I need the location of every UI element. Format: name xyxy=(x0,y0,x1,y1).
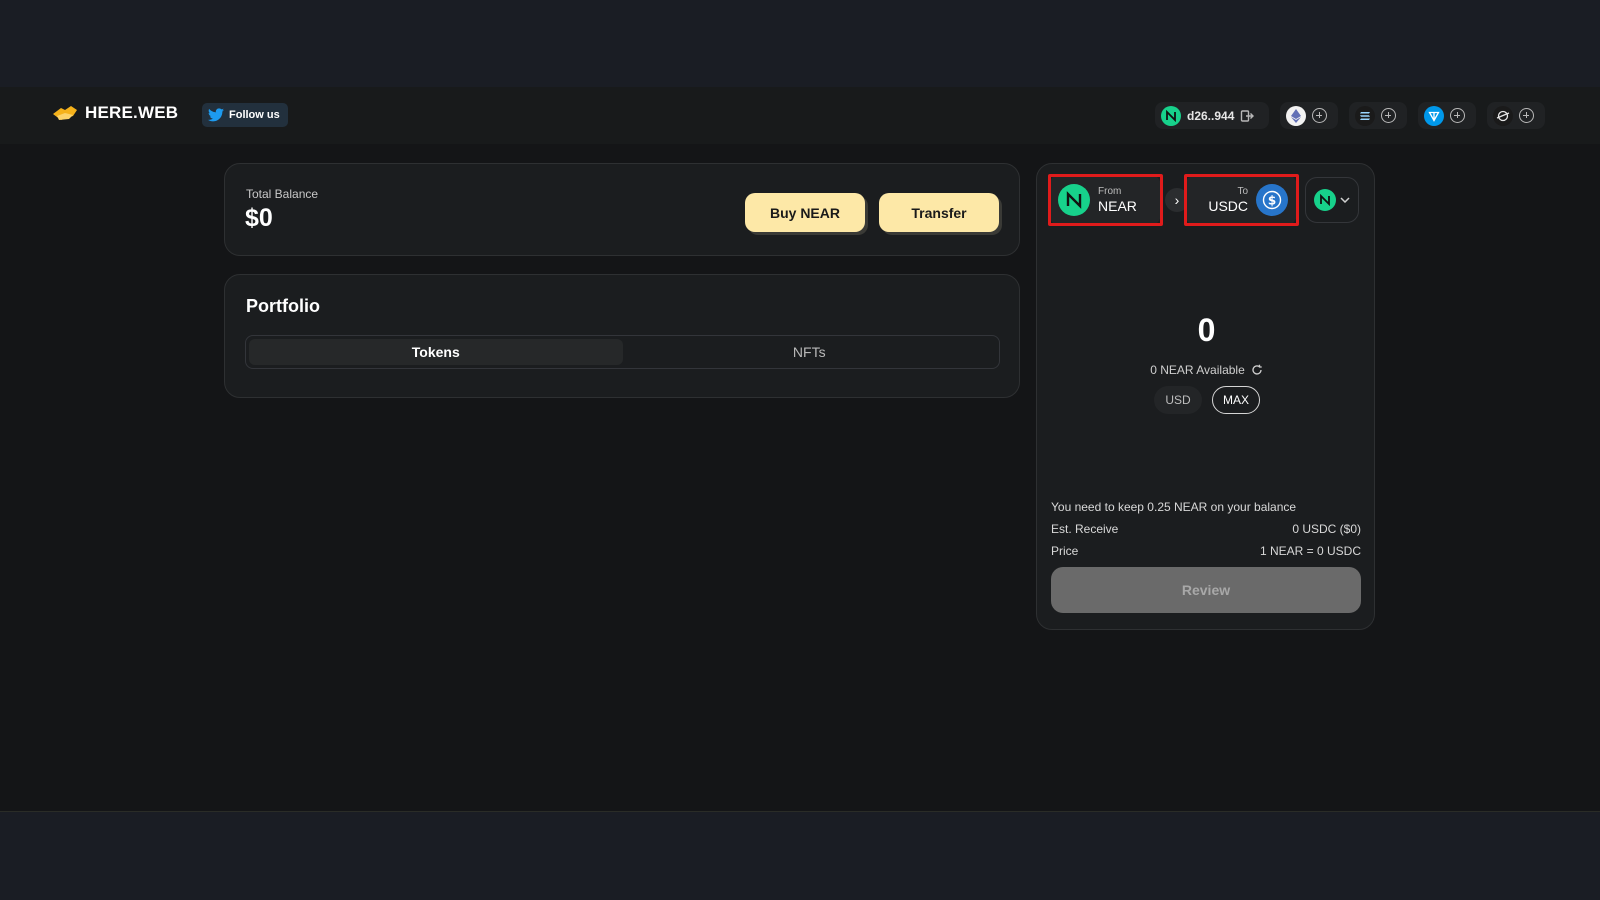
to-token-symbol: USDC xyxy=(1208,198,1248,214)
near-network-icon xyxy=(1314,189,1336,211)
est-receive-row: Est. Receive 0 USDC ($0) xyxy=(1051,522,1361,536)
total-balance-label: Total Balance xyxy=(246,187,319,201)
review-button[interactable]: Review xyxy=(1051,567,1361,613)
add-ton-icon[interactable] xyxy=(1450,108,1465,123)
tab-nfts[interactable]: NFTs xyxy=(623,339,997,365)
follow-us-label: Follow us xyxy=(229,109,280,121)
logout-icon[interactable] xyxy=(1240,109,1255,123)
portfolio-tabs: Tokens NFTs xyxy=(245,335,1000,369)
logo-text: HERE.WEB xyxy=(85,103,179,122)
swap-amount[interactable]: 0 xyxy=(1037,312,1376,349)
near-icon xyxy=(1161,105,1181,126)
keep-balance-note: You need to keep 0.25 NEAR on your balan… xyxy=(1051,500,1361,514)
here-web-logo[interactable]: HERE.WEB xyxy=(51,103,178,123)
solana-icon xyxy=(1355,105,1375,126)
top-header: HERE.WEB Follow us d26..944 xyxy=(0,87,1600,144)
to-token-selector[interactable]: To USDC $ xyxy=(1185,174,1297,226)
transfer-button[interactable]: Transfer xyxy=(879,193,999,232)
hand-logo-icon xyxy=(53,106,77,120)
price-label: Price xyxy=(1051,544,1079,558)
ethereum-chain-pill[interactable] xyxy=(1280,102,1338,129)
price-row: Price 1 NEAR = 0 USDC xyxy=(1051,544,1361,558)
portfolio-title: Portfolio xyxy=(246,296,320,316)
available-text: 0 NEAR Available xyxy=(1150,363,1245,377)
available-balance: 0 NEAR Available xyxy=(1037,363,1376,377)
swap-card: From NEAR › To USDC $ 0 0 NEAR Available… xyxy=(1036,163,1375,630)
stellar-icon xyxy=(1493,105,1513,126)
portfolio-card: Portfolio Tokens NFTs xyxy=(224,274,1020,398)
near-token-icon xyxy=(1058,184,1090,216)
price-value: 1 NEAR = 0 USDC xyxy=(1259,544,1361,558)
add-stellar-icon[interactable] xyxy=(1519,108,1534,123)
add-ethereum-icon[interactable] xyxy=(1312,108,1327,123)
svg-text:$: $ xyxy=(1268,194,1276,208)
ton-icon xyxy=(1424,105,1444,126)
keep-balance-text: You need to keep 0.25 NEAR on your balan… xyxy=(1051,500,1297,514)
total-balance-card: Total Balance $0 Buy NEAR Transfer xyxy=(224,163,1020,256)
buy-near-button[interactable]: Buy NEAR xyxy=(745,193,865,232)
account-id: d26..944 xyxy=(1187,108,1235,123)
network-selector[interactable] xyxy=(1305,177,1359,223)
stellar-chain-pill[interactable] xyxy=(1487,102,1545,129)
ethereum-icon xyxy=(1286,105,1306,126)
from-label: From xyxy=(1098,186,1122,197)
from-token-selector[interactable]: From NEAR xyxy=(1049,174,1161,226)
usdc-token-icon: $ xyxy=(1256,184,1288,216)
follow-us-button[interactable]: Follow us xyxy=(202,103,288,127)
chevron-down-icon xyxy=(1340,197,1350,203)
from-token-symbol: NEAR xyxy=(1098,198,1137,214)
max-button[interactable]: MAX xyxy=(1212,386,1260,414)
to-label: To xyxy=(1237,186,1248,197)
ton-chain-pill[interactable] xyxy=(1418,102,1476,129)
total-balance-value: $0 xyxy=(245,204,273,232)
usd-toggle-button[interactable]: USD xyxy=(1154,386,1202,414)
chevron-right-icon: › xyxy=(1174,192,1180,208)
solana-chain-pill[interactable] xyxy=(1349,102,1407,129)
near-account-pill[interactable]: d26..944 xyxy=(1155,102,1269,129)
app-area: HERE.WEB Follow us d26..944 Total Balanc… xyxy=(0,87,1600,812)
refresh-icon[interactable] xyxy=(1251,364,1263,376)
est-receive-value: 0 USDC ($0) xyxy=(1292,522,1361,536)
add-solana-icon[interactable] xyxy=(1381,108,1396,123)
est-receive-label: Est. Receive xyxy=(1051,522,1119,536)
twitter-icon xyxy=(208,108,224,122)
tab-tokens[interactable]: Tokens xyxy=(249,339,623,365)
